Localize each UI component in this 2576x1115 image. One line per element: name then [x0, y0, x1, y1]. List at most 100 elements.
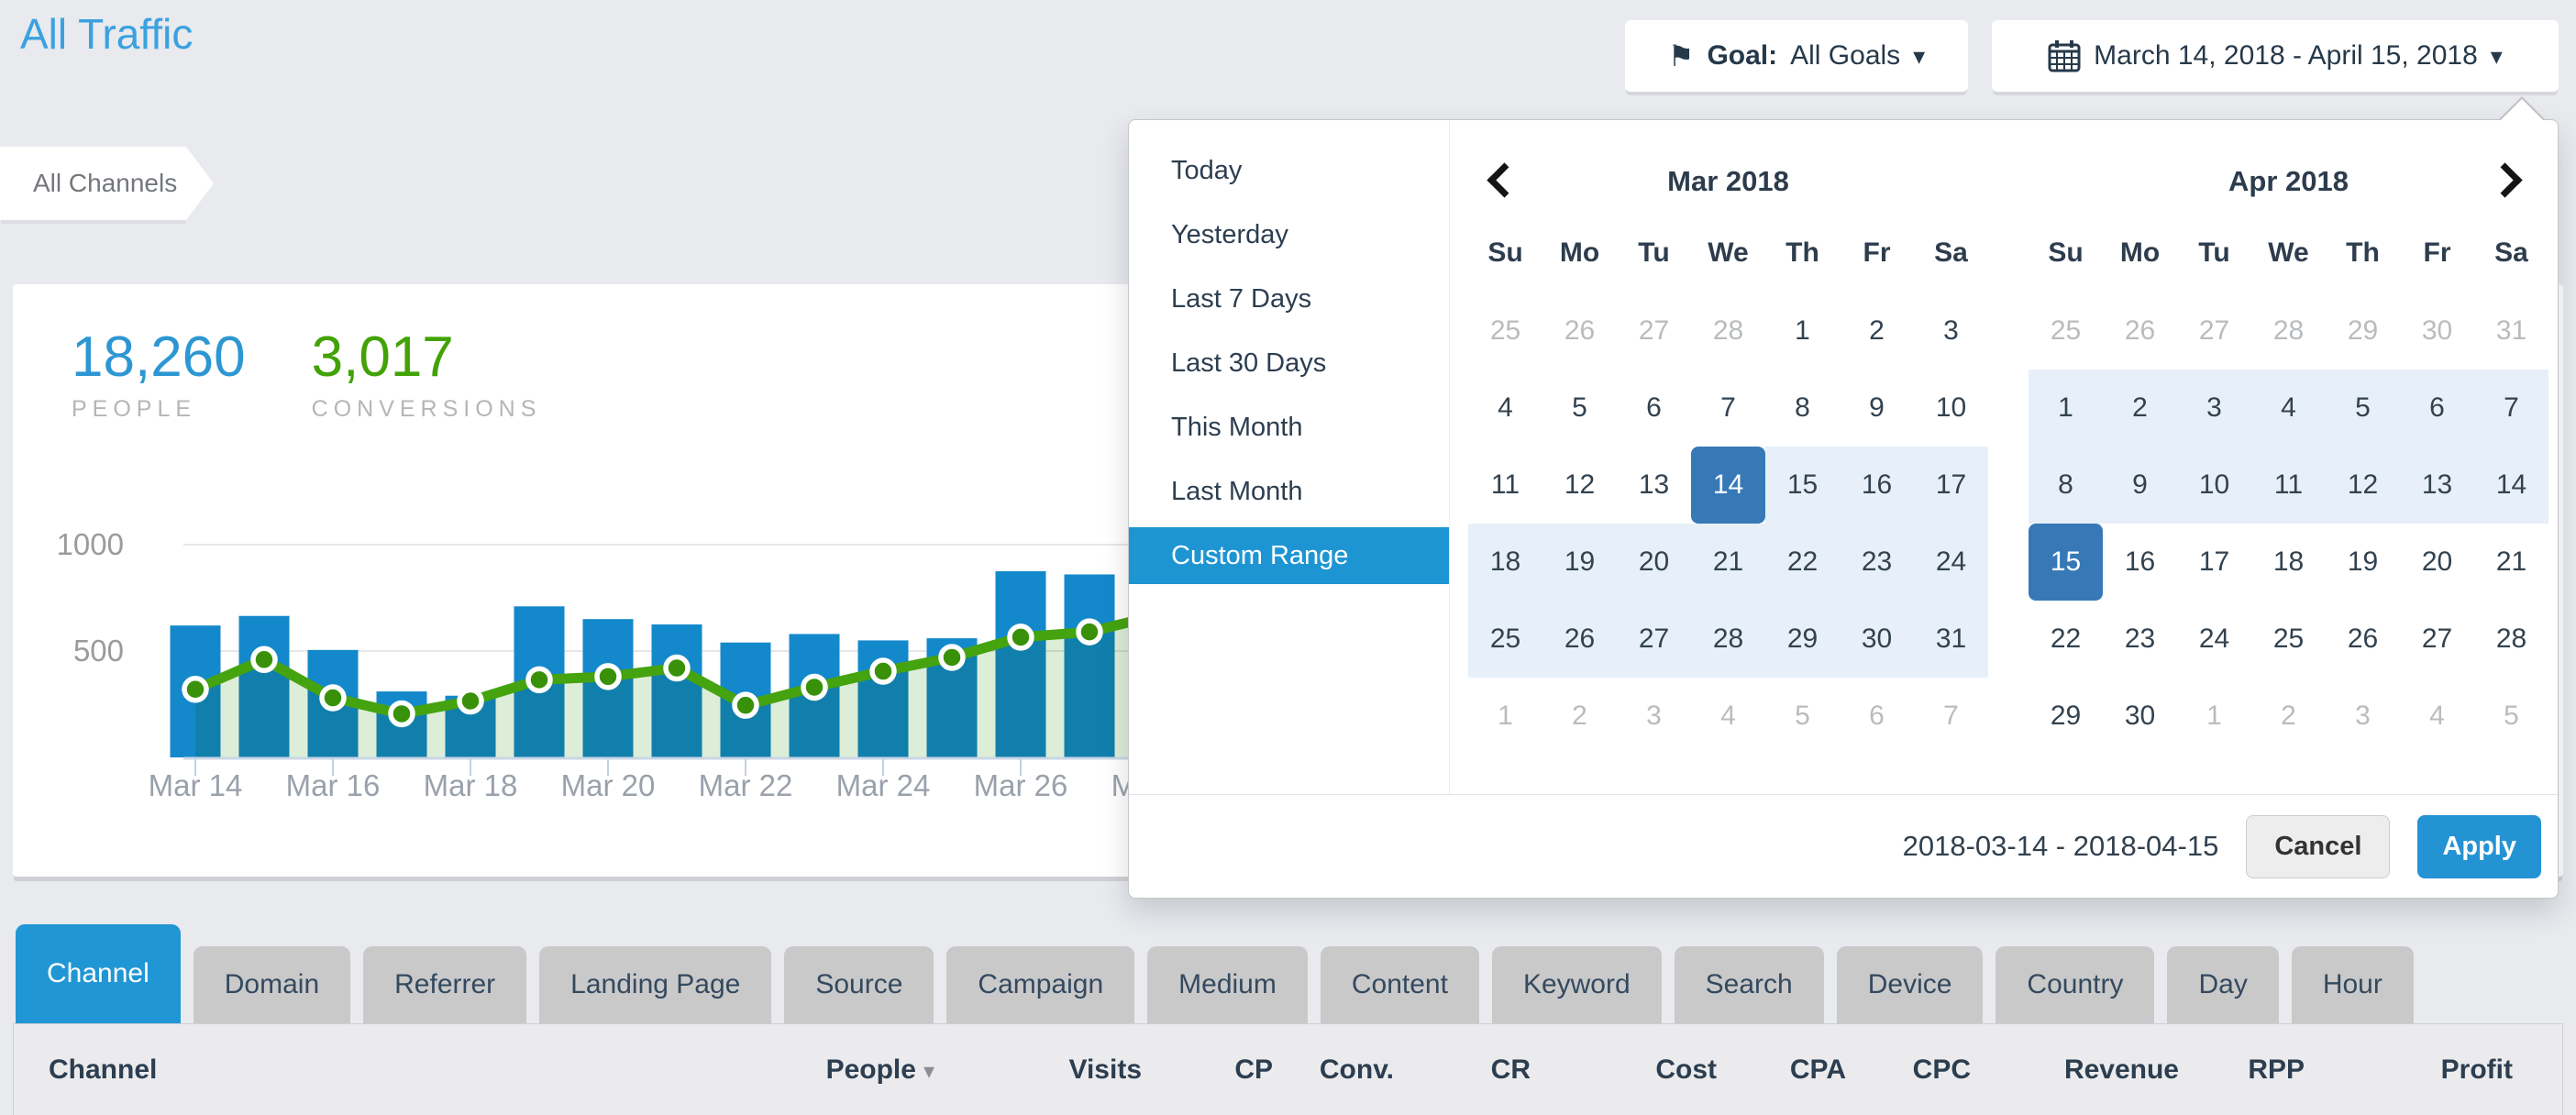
tab-day[interactable]: Day	[2167, 946, 2278, 1023]
day-cell[interactable]: 1	[2177, 678, 2251, 755]
day-cell[interactable]: 28	[2251, 293, 2326, 370]
day-cell[interactable]: 15	[1765, 447, 1840, 524]
tab-referrer[interactable]: Referrer	[363, 946, 526, 1023]
day-cell[interactable]: 24	[2177, 601, 2251, 678]
column-header-people[interactable]: People▾	[742, 1054, 934, 1086]
day-cell[interactable]: 25	[1468, 293, 1542, 370]
day-cell[interactable]: 29	[2029, 678, 2103, 755]
day-cell[interactable]: 7	[1691, 370, 1765, 447]
tab-source[interactable]: Source	[784, 946, 934, 1023]
conversions-point[interactable]	[322, 687, 344, 709]
day-cell[interactable]: 13	[1617, 447, 1691, 524]
day-cell[interactable]: 22	[2029, 601, 2103, 678]
cancel-button[interactable]: Cancel	[2246, 815, 2390, 878]
day-cell[interactable]: 5	[1542, 370, 1617, 447]
conversions-point[interactable]	[253, 648, 275, 670]
day-cell[interactable]: 4	[1468, 370, 1542, 447]
day-cell[interactable]: 6	[1617, 370, 1691, 447]
column-header-profit[interactable]: Profit	[2305, 1054, 2513, 1086]
day-cell[interactable]: 5	[1765, 678, 1840, 755]
day-cell[interactable]: 26	[1542, 601, 1617, 678]
preset-custom-range[interactable]: Custom Range	[1129, 527, 1449, 584]
day-cell-selected[interactable]: 15	[2029, 524, 2103, 601]
day-cell[interactable]: 12	[1542, 447, 1617, 524]
day-cell[interactable]: 27	[1617, 293, 1691, 370]
day-cell[interactable]: 4	[2400, 678, 2474, 755]
breadcrumb[interactable]: All Channels	[0, 147, 186, 220]
day-cell[interactable]: 26	[1542, 293, 1617, 370]
day-cell[interactable]: 18	[2251, 524, 2326, 601]
day-cell[interactable]: 28	[1691, 601, 1765, 678]
day-cell[interactable]: 6	[2400, 370, 2474, 447]
day-cell[interactable]: 16	[1840, 447, 1914, 524]
day-cell[interactable]: 25	[1468, 601, 1542, 678]
conversions-point[interactable]	[597, 666, 619, 688]
day-cell[interactable]: 20	[1617, 524, 1691, 601]
goal-selector-button[interactable]: ⚑ Goal: All Goals ▾	[1625, 20, 1968, 92]
day-cell[interactable]: 29	[1765, 601, 1840, 678]
conversions-point[interactable]	[391, 702, 413, 724]
day-cell[interactable]: 10	[2177, 447, 2251, 524]
preset-today[interactable]: Today	[1129, 142, 1449, 199]
preset-this-month[interactable]: This Month	[1129, 399, 1449, 456]
day-cell[interactable]: 11	[1468, 447, 1542, 524]
column-header-rpp[interactable]: RPP	[2179, 1054, 2305, 1086]
conversions-point[interactable]	[941, 646, 963, 668]
day-cell[interactable]: 9	[1840, 370, 1914, 447]
tab-domain[interactable]: Domain	[193, 946, 350, 1023]
day-cell[interactable]: 22	[1765, 524, 1840, 601]
preset-last-30-days[interactable]: Last 30 Days	[1129, 335, 1449, 392]
date-range-button[interactable]: March 14, 2018 - April 15, 2018 ▾	[1992, 20, 2559, 92]
day-cell[interactable]: 25	[2029, 293, 2103, 370]
column-header-revenue[interactable]: Revenue	[1971, 1054, 2179, 1086]
conversions-point[interactable]	[735, 694, 757, 716]
day-cell[interactable]: 17	[1914, 447, 1988, 524]
tab-search[interactable]: Search	[1675, 946, 1824, 1023]
column-header-cost[interactable]: Cost	[1531, 1054, 1717, 1086]
day-cell[interactable]: 18	[1468, 524, 1542, 601]
preset-last-month[interactable]: Last Month	[1129, 463, 1449, 520]
day-cell[interactable]: 5	[2326, 370, 2400, 447]
day-cell[interactable]: 29	[2326, 293, 2400, 370]
day-cell[interactable]: 26	[2103, 293, 2177, 370]
day-cell[interactable]: 21	[2474, 524, 2548, 601]
day-cell[interactable]: 3	[1617, 678, 1691, 755]
column-header-channel[interactable]: Channel	[49, 1054, 742, 1086]
day-cell[interactable]: 8	[2029, 447, 2103, 524]
day-cell[interactable]: 2	[1840, 293, 1914, 370]
day-cell[interactable]: 27	[2400, 601, 2474, 678]
day-cell[interactable]: 2	[2103, 370, 2177, 447]
day-cell[interactable]: 7	[2474, 370, 2548, 447]
day-cell[interactable]: 25	[2251, 601, 2326, 678]
day-cell[interactable]: 28	[1691, 293, 1765, 370]
day-cell[interactable]: 31	[1914, 601, 1988, 678]
day-cell[interactable]: 6	[1840, 678, 1914, 755]
day-cell[interactable]: 8	[1765, 370, 1840, 447]
tab-keyword[interactable]: Keyword	[1492, 946, 1662, 1023]
day-cell[interactable]: 19	[1542, 524, 1617, 601]
day-cell[interactable]: 4	[2251, 370, 2326, 447]
day-cell[interactable]: 17	[2177, 524, 2251, 601]
column-header-cp[interactable]: CP	[1142, 1054, 1273, 1086]
tab-landing-page[interactable]: Landing Page	[539, 946, 771, 1023]
column-header-cpc[interactable]: CPC	[1846, 1054, 1971, 1086]
day-cell[interactable]: 23	[1840, 524, 1914, 601]
day-cell[interactable]: 28	[2474, 601, 2548, 678]
day-cell[interactable]: 3	[1914, 293, 1988, 370]
day-cell[interactable]: 2	[1542, 678, 1617, 755]
tab-medium[interactable]: Medium	[1147, 946, 1308, 1023]
tab-country[interactable]: Country	[1996, 946, 2154, 1023]
day-cell-selected[interactable]: 14	[1691, 447, 1765, 524]
tab-device[interactable]: Device	[1837, 946, 1984, 1023]
day-cell[interactable]: 7	[1914, 678, 1988, 755]
day-cell[interactable]: 5	[2474, 678, 2548, 755]
column-header-cr[interactable]: CR	[1394, 1054, 1531, 1086]
column-header-visits[interactable]: Visits	[934, 1054, 1142, 1086]
tab-hour[interactable]: Hour	[2292, 946, 2414, 1023]
day-cell[interactable]: 23	[2103, 601, 2177, 678]
tab-content[interactable]: Content	[1321, 946, 1479, 1023]
day-cell[interactable]: 31	[2474, 293, 2548, 370]
day-cell[interactable]: 11	[2251, 447, 2326, 524]
conversions-point[interactable]	[459, 690, 481, 712]
day-cell[interactable]: 2	[2251, 678, 2326, 755]
